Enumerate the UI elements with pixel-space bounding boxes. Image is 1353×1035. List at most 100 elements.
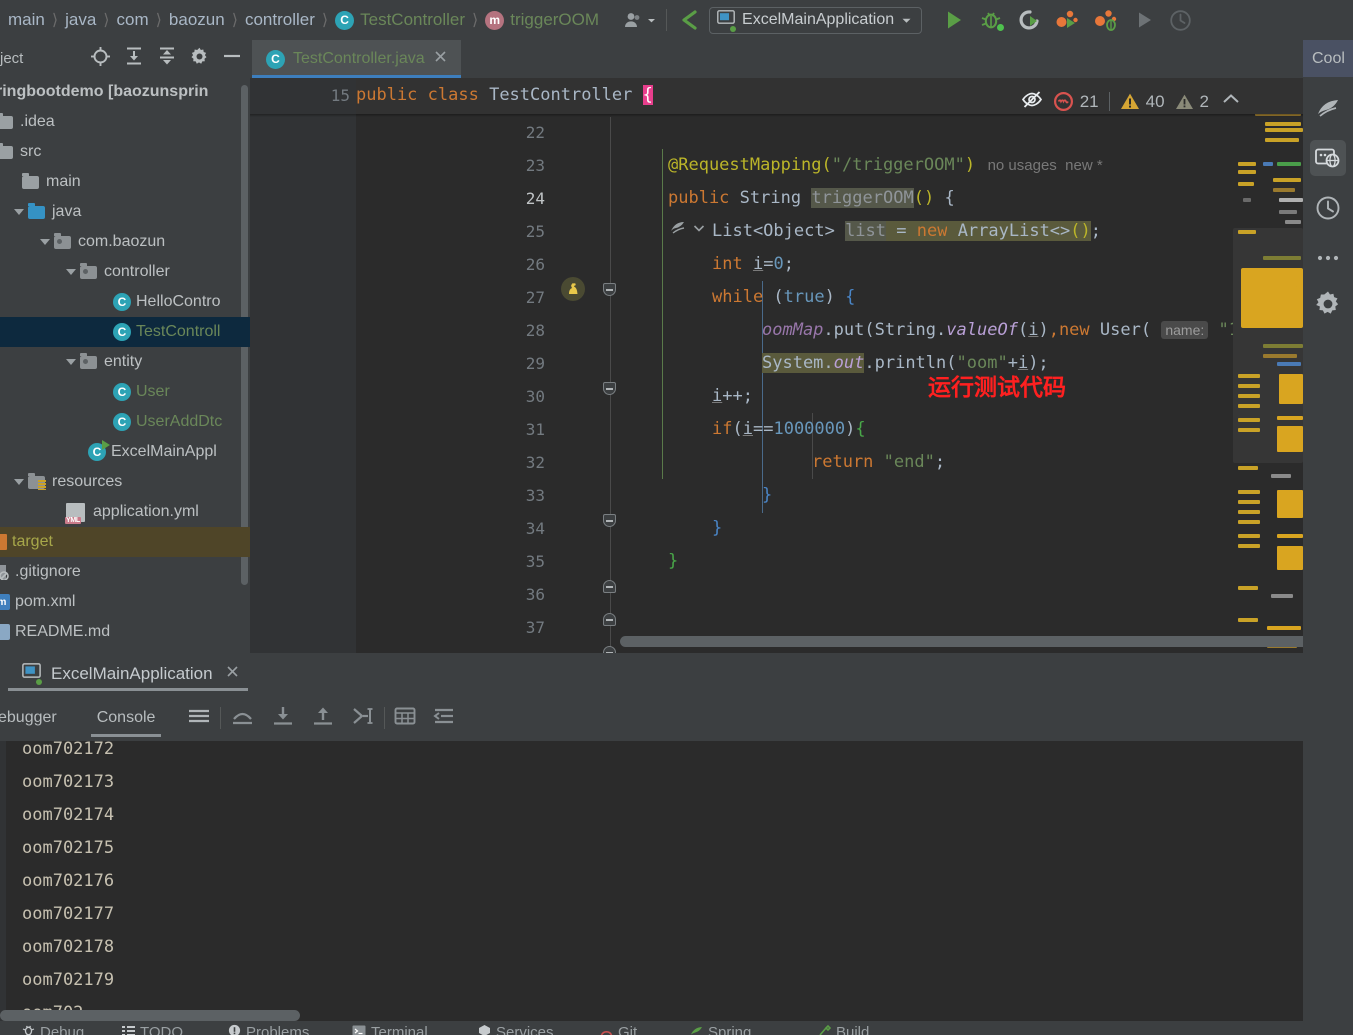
tree-item-readme-md[interactable]: README.md — [0, 617, 250, 647]
tree-item-src[interactable]: src — [0, 137, 250, 167]
right-strip-top-tab[interactable]: Cool — [1303, 40, 1353, 77]
status-item-services[interactable]: Services — [478, 1024, 554, 1035]
hide-panel-icon[interactable] — [222, 46, 242, 71]
console-lines-icon[interactable] — [187, 706, 211, 731]
settings-icon[interactable] — [190, 47, 209, 71]
tree-item-application-yml[interactable]: application.yml — [0, 497, 250, 527]
tree-item-main[interactable]: main — [0, 167, 250, 197]
run-to-cursor-icon[interactable] — [351, 706, 375, 731]
code-editor[interactable]: 15 public class TestController { 21 40 2… — [250, 78, 1303, 653]
vcs-update-icon[interactable] — [677, 7, 703, 33]
status-item-spring[interactable]: Spring — [690, 1024, 751, 1035]
tree-item-idea[interactable]: .idea — [0, 107, 250, 137]
status-item-git[interactable]: Git — [600, 1024, 637, 1035]
step-into-icon[interactable] — [271, 706, 295, 731]
chevron-down-icon[interactable] — [12, 476, 25, 489]
eye-off-icon[interactable] — [1021, 90, 1043, 114]
tree-item-entity[interactable]: entity — [0, 347, 250, 377]
debug-subtab-debugger[interactable]: ebugger — [0, 695, 63, 741]
locate-icon[interactable] — [90, 46, 111, 72]
expand-all-icon[interactable] — [124, 46, 144, 71]
code-line-27[interactable]: while (true) { — [712, 281, 855, 314]
tree-item-excelmainapplication[interactable]: C ExcelMainAppl — [0, 437, 250, 467]
chevron-up-icon[interactable] — [1221, 92, 1241, 111]
breadcrumb-item-baozun[interactable]: baozun — [169, 10, 225, 30]
profiler-debug-icon[interactable] — [1094, 8, 1119, 32]
tree-item-resources[interactable]: resources — [0, 467, 250, 497]
fold-marker[interactable] — [603, 646, 616, 653]
run-configuration-selector[interactable]: ExcelMainApplication — [709, 6, 923, 34]
tree-item-user[interactable]: C User — [0, 377, 250, 407]
fold-marker[interactable] — [603, 580, 616, 593]
chevron-down-icon[interactable] — [64, 356, 77, 369]
tree-item-pom-xml[interactable]: m pom.xml — [0, 587, 250, 617]
fold-marker[interactable] — [603, 514, 616, 527]
project-tree[interactable]: ringbootdemo [baozunsprin .idea src main… — [0, 77, 250, 653]
soft-wrap-icon[interactable] — [432, 706, 456, 731]
tree-item-controller[interactable]: controller — [0, 257, 250, 287]
close-icon[interactable] — [225, 664, 240, 684]
tree-item-java[interactable]: java — [0, 197, 250, 227]
editor-horizontal-scrollbar[interactable] — [620, 636, 1303, 647]
breadcrumb-item-testcontroller[interactable]: TestController — [360, 10, 465, 30]
spring-leaf-icon[interactable] — [1310, 90, 1346, 126]
code-line-35[interactable]: } — [668, 545, 678, 578]
status-item-build[interactable]: Build — [818, 1024, 869, 1035]
fold-marker[interactable] — [603, 382, 616, 395]
gutter-run-icon[interactable] — [561, 277, 585, 301]
code-line-24[interactable]: public String triggerOOM() { — [668, 182, 955, 215]
tree-item-useradddto[interactable]: C UserAddDtc — [0, 407, 250, 437]
endpoints-icon[interactable] — [1310, 140, 1346, 176]
debug-icon[interactable] — [980, 9, 1005, 32]
code-line-25[interactable]: List<Object> list = new ArrayList<>(); — [712, 215, 1101, 248]
code-line-34[interactable]: } — [712, 512, 722, 545]
warning-count-group[interactable]: 40 — [1120, 92, 1165, 112]
breadcrumb-item-main[interactable]: main — [8, 10, 45, 30]
status-item-debug[interactable]: Debug — [22, 1024, 84, 1035]
tree-item-com-baozun[interactable]: com.baozun — [0, 227, 250, 257]
settings-gear-icon[interactable] — [1310, 286, 1346, 322]
code-line-26[interactable]: int i=0; — [712, 248, 794, 281]
console-horizontal-scrollbar[interactable] — [0, 1010, 300, 1021]
profiler-run-icon[interactable] — [1055, 8, 1080, 32]
code-line-30[interactable]: i++; — [712, 380, 753, 413]
code-line-31[interactable]: if(i==1000000){ — [712, 413, 866, 446]
rerun-icon[interactable] — [1017, 8, 1041, 32]
fold-marker[interactable] — [603, 283, 616, 296]
history-clock-icon[interactable] — [1310, 190, 1346, 226]
collapse-all-icon[interactable] — [157, 46, 177, 71]
debug-tab-excelmainapplication[interactable]: ExcelMainApplication — [8, 653, 252, 695]
inspections-widget[interactable]: 21 40 2 — [1021, 88, 1241, 115]
step-over-icon[interactable] — [230, 706, 255, 731]
tree-item-hellocontroller[interactable]: C HelloContro — [0, 287, 250, 317]
breadcrumb-item-triggeroom[interactable]: triggerOOM — [510, 10, 599, 30]
chevron-down-icon[interactable] — [64, 266, 77, 279]
status-item-terminal[interactable]: Terminal — [352, 1024, 428, 1035]
more-options-icon[interactable] — [1310, 240, 1346, 276]
tree-item-project-root[interactable]: ringbootdemo [baozunsprin — [0, 77, 250, 107]
code-line-23[interactable]: @RequestMapping("/triggerOOM") no usages… — [668, 149, 1103, 182]
code-line-33[interactable]: } — [762, 479, 772, 512]
editor-minimap[interactable] — [1233, 78, 1303, 653]
spring-bean-gutter-icon[interactable] — [668, 219, 705, 237]
console-output[interactable]: oom702172 oom702173 oom702174 oom702175 … — [0, 741, 1303, 1021]
chevron-down-icon[interactable] — [12, 206, 25, 219]
code-content[interactable]: 22 23 24 25 26 27 28 29 30 31 32 33 34 3… — [250, 78, 1303, 653]
table-view-icon[interactable] — [394, 706, 416, 731]
step-out-icon[interactable] — [311, 706, 335, 731]
run-icon[interactable] — [942, 8, 966, 32]
chevron-down-icon[interactable] — [38, 236, 51, 249]
account-icon[interactable] — [623, 10, 656, 31]
tree-item-testcontroller[interactable]: C TestControll — [0, 317, 250, 347]
status-item-todo[interactable]: TODO — [122, 1024, 183, 1035]
editor-tab-testcontroller[interactable]: C TestController.java — [252, 40, 461, 78]
breadcrumb-item-controller[interactable]: controller — [245, 10, 315, 30]
tree-item-gitignore[interactable]: .gitignore — [0, 557, 250, 587]
weak-warning-count-group[interactable]: 2 — [1175, 92, 1209, 112]
breadcrumb-item-java[interactable]: java — [65, 10, 96, 30]
code-line-32[interactable]: return "end"; — [812, 446, 945, 479]
debug-subtab-console[interactable]: Console — [90, 695, 162, 741]
breadcrumb-item-com[interactable]: com — [117, 10, 149, 30]
status-item-problems[interactable]: Problems — [228, 1024, 309, 1035]
close-icon[interactable] — [433, 49, 448, 69]
